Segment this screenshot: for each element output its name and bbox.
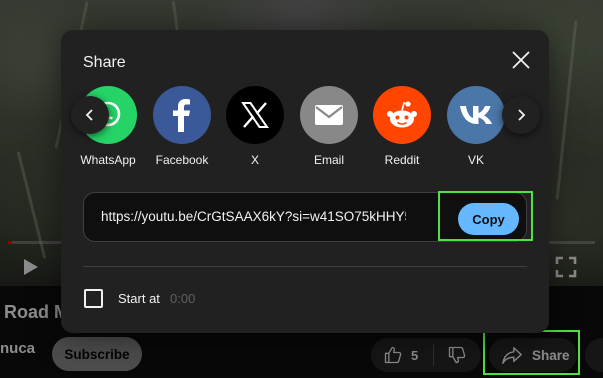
subscribe-button[interactable]: Subscribe xyxy=(52,337,142,371)
like-dislike-group: 5 xyxy=(371,338,481,372)
start-at-checkbox[interactable] xyxy=(84,289,103,308)
thumbs-down-icon xyxy=(448,346,466,364)
play-icon xyxy=(24,259,38,275)
like-button[interactable]: 5 xyxy=(371,338,433,372)
video-title: Road M xyxy=(4,302,69,322)
share-target-label: VK xyxy=(467,153,484,167)
more-actions-button[interactable] xyxy=(585,338,603,372)
scroll-left-button[interactable] xyxy=(71,96,109,134)
fullscreen-button[interactable] xyxy=(555,256,577,278)
chevron-left-icon xyxy=(85,109,93,121)
share-target-label: X xyxy=(250,153,259,167)
facebook-circle xyxy=(153,86,211,144)
share-target-email[interactable]: Email xyxy=(292,86,366,167)
close-button[interactable] xyxy=(510,49,532,71)
thumbs-up-icon xyxy=(384,346,402,364)
dislike-button[interactable] xyxy=(434,338,480,372)
share-button[interactable]: Share xyxy=(489,338,577,372)
share-dialog: Share WhatsApp Facebook X Email Reddit V… xyxy=(61,30,549,333)
share-url[interactable]: https://youtu.be/CrGtSAAX6kY?si=w41SO75k… xyxy=(101,209,406,224)
vk-circle xyxy=(447,86,505,144)
share-target-label: WhatsApp xyxy=(80,153,136,167)
share-button-label: Share xyxy=(532,347,570,363)
play-button[interactable] xyxy=(18,255,42,279)
reddit-icon xyxy=(387,101,417,128)
share-url-box: https://youtu.be/CrGtSAAX6kY?si=w41SO75k… xyxy=(83,192,527,242)
progress-bar-fill xyxy=(8,241,13,244)
start-at-time: 0:00 xyxy=(170,291,196,306)
copy-button[interactable]: Copy xyxy=(458,203,519,235)
email-circle xyxy=(300,86,358,144)
vk-icon xyxy=(460,106,492,124)
x-icon xyxy=(241,102,269,128)
share-target-vk[interactable]: VK xyxy=(439,86,513,167)
share-target-reddit[interactable]: Reddit xyxy=(365,86,439,167)
channel-name[interactable]: nuca xyxy=(0,340,35,357)
facebook-icon xyxy=(173,99,190,132)
fullscreen-icon xyxy=(555,256,577,278)
scroll-right-button[interactable] xyxy=(502,96,540,134)
start-at-label: Start at xyxy=(118,291,160,306)
share-target-label: Email xyxy=(313,153,344,167)
share-arrow-icon xyxy=(502,347,522,364)
share-target-x[interactable]: X xyxy=(218,86,292,167)
chevron-right-icon xyxy=(518,109,526,121)
email-icon xyxy=(315,105,343,125)
x-circle xyxy=(226,86,284,144)
share-target-label: Reddit xyxy=(384,153,420,167)
reddit-circle xyxy=(373,86,431,144)
background-plant xyxy=(555,20,578,200)
share-target-label: Facebook xyxy=(155,153,209,167)
share-targets: WhatsApp Facebook X Email Reddit VK xyxy=(61,86,549,170)
dialog-title: Share xyxy=(83,54,126,71)
share-target-facebook[interactable]: Facebook xyxy=(145,86,219,167)
like-count: 5 xyxy=(411,347,419,363)
close-icon xyxy=(512,51,530,69)
divider xyxy=(83,266,527,267)
